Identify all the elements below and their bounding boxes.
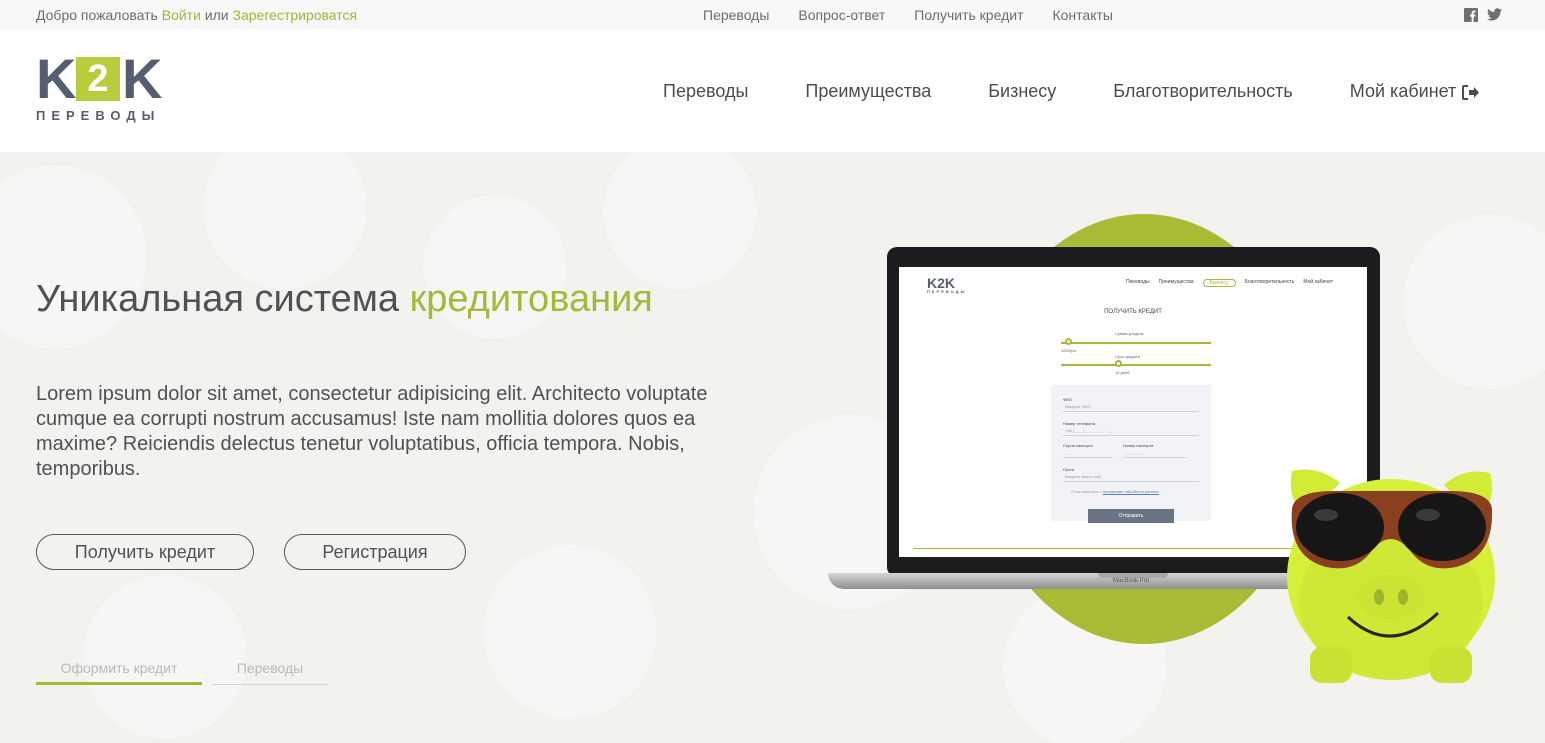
nav-advantages[interactable]: Преимущества	[805, 81, 931, 102]
mini-name-label: ФИО	[1063, 397, 1073, 402]
hero-title-main: Уникальная система	[36, 278, 400, 320]
nav-transfers[interactable]: Переводы	[663, 81, 748, 102]
register-link[interactable]: Зарегестрироватся	[233, 7, 358, 23]
mini-number-ph: _ _ _ _ _ _	[1125, 450, 1144, 455]
mini-phone-field	[1063, 435, 1199, 436]
registration-button[interactable]: Регистрация	[284, 534, 466, 570]
coin-decoration	[200, 152, 370, 292]
hero-title: Уникальная система кредитования	[36, 278, 653, 321]
mini-amount-knob	[1065, 338, 1072, 345]
welcome-text: Добро пожаловать Войти или Зарегестриров…	[36, 7, 357, 23]
mini-email-ph: Введите ваш e-mail	[1065, 474, 1102, 479]
mini-heading: ПОЛУЧИТЬ КРЕДИТ	[1104, 309, 1162, 315]
site-logo[interactable]: K 2 K ПЕРЕВОДЫ	[36, 47, 166, 126]
mini-logo: K2K ПЕРЕВОДЫ	[927, 275, 967, 294]
mini-nav-item: Переводы	[1125, 279, 1150, 285]
tab-transfers[interactable]: Переводы	[212, 660, 328, 685]
mini-phone-label: Номер телефона	[1063, 421, 1095, 426]
nav-my-cabinet-label: Мой кабинет	[1349, 81, 1457, 101]
hero-section: Уникальная система кредитования Lorem ip…	[0, 152, 1545, 743]
coin-decoration	[1400, 212, 1545, 392]
mini-term-label: Срок кредита	[1115, 354, 1140, 359]
toplink-transfers[interactable]: Переводы	[703, 7, 769, 23]
mini-email-field	[1063, 481, 1199, 482]
coin-decoration	[600, 152, 760, 292]
mini-agree-text: Я согласен(на) с правилами обработки дан…	[1071, 489, 1159, 494]
hero-tabs: Оформить кредит Переводы	[36, 660, 328, 685]
mini-series-ph: _ _	[1065, 450, 1071, 455]
toplink-faq[interactable]: Вопрос-ответ	[798, 7, 885, 23]
mini-nav-item: Преимущества	[1158, 279, 1194, 285]
logo-letter-left: K	[36, 47, 77, 110]
mini-nav-item: Бизнесу	[1202, 279, 1236, 287]
mini-term-value: 15 дней	[1115, 370, 1130, 375]
mini-term-slider	[1061, 364, 1211, 366]
welcome-label: Добро пожаловать	[36, 7, 158, 23]
toplink-contacts[interactable]: Контакты	[1052, 7, 1112, 23]
mini-name-field	[1063, 411, 1199, 412]
mini-logo-subtitle: ПЕРЕВОДЫ	[927, 289, 967, 294]
site-header: K 2 K ПЕРЕВОДЫ Переводы Преимущества Биз…	[0, 30, 1545, 152]
get-credit-button[interactable]: Получить кредит	[36, 534, 254, 570]
mini-nav: Переводы Преимущества Бизнесу Благотвори…	[1126, 279, 1333, 287]
mini-term-knob	[1115, 360, 1122, 367]
login-link[interactable]: Войти	[162, 7, 201, 23]
coin-decoration	[0, 162, 150, 352]
sign-out-icon	[1462, 84, 1480, 100]
nav-charity[interactable]: Благотворительность	[1113, 81, 1293, 102]
mini-series-field	[1063, 457, 1113, 458]
social-links	[1464, 8, 1502, 22]
logo-subtitle: ПЕРЕВОДЫ	[36, 108, 161, 123]
hero-description: Lorem ipsum dolor sit amet, consectetur …	[36, 383, 708, 480]
mini-number-label: Номер паспорта	[1123, 443, 1154, 448]
mini-agree-prefix: Я согласен(на) с	[1071, 489, 1102, 494]
twitter-icon[interactable]	[1487, 8, 1502, 22]
or-label: или	[204, 7, 229, 23]
top-links: Переводы Вопрос-ответ Получить кредит Ко…	[703, 7, 1142, 23]
mini-phone-ph: +38 (_ _ _) _ _ _ - _ _ - _ _	[1065, 428, 1113, 433]
coin-decoration	[80, 572, 250, 742]
facebook-icon[interactable]	[1464, 8, 1478, 22]
main-nav: Переводы Преимущества Бизнесу Благотвори…	[663, 81, 1480, 102]
mini-agree-link: правилами обработки данных	[1102, 489, 1159, 494]
mini-nav-item: Благотворительность	[1244, 279, 1295, 285]
logo-digit: 2	[76, 57, 120, 101]
mini-number-field	[1123, 457, 1187, 458]
mini-submit-button: Отправить	[1088, 509, 1174, 523]
mini-amount-slider	[1061, 342, 1211, 344]
nav-business[interactable]: Бизнесу	[988, 81, 1056, 102]
piggy-bank-illustration	[1278, 457, 1504, 687]
mini-name-ph: Введите ФИО	[1065, 404, 1091, 409]
toplink-get-credit[interactable]: Получить кредит	[914, 7, 1023, 23]
tab-apply-credit[interactable]: Оформить кредит	[36, 660, 202, 685]
top-bar: Добро пожаловать Войти или Зарегестриров…	[0, 0, 1545, 30]
mini-email-label: Почта	[1063, 467, 1075, 472]
mini-series-label: Серия паспорта	[1063, 443, 1093, 448]
mini-form: ФИО Введите ФИО Номер телефона +38 (_ _ …	[1051, 385, 1211, 523]
hero-title-accent: кредитования	[409, 278, 653, 320]
mini-amount-label: Сумма кредита	[1115, 331, 1144, 336]
mini-nav-item: Мой кабинет	[1303, 279, 1333, 285]
coin-decoration	[480, 542, 660, 722]
logo-letter-right: K	[122, 47, 163, 110]
nav-my-cabinet[interactable]: Мой кабинет	[1350, 81, 1481, 102]
laptop-brand: MacBook Pro	[1113, 578, 1150, 584]
mini-amount-value: 1000грн	[1061, 348, 1076, 353]
